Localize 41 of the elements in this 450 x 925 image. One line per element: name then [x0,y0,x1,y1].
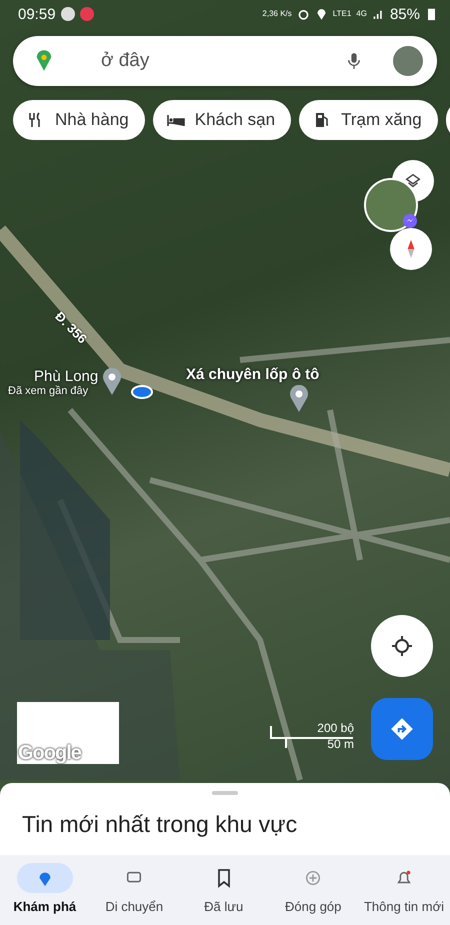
battery-level: 85% [390,6,420,22]
nav-tab[interactable]: Di chuyển [89,855,179,925]
compass-needle-icon [406,238,416,260]
search-bar[interactable]: ở đây [13,36,437,86]
network-type: LTE1 [332,10,352,18]
map-attribution: Google [18,742,81,765]
nav-tab[interactable]: Đã lưu [178,855,268,925]
directions-icon [389,716,415,742]
nav-tab[interactable]: Thông tin mới [358,855,450,925]
location-icon [314,7,328,21]
alarm-icon [296,7,310,21]
nav-tab[interactable]: Khám phá [0,855,90,925]
battery-icon [425,7,438,21]
layers-icon [404,172,422,190]
category-chip[interactable]: Trạm xăng [299,100,438,140]
scale-label: 200 bộ [317,722,354,734]
bed-icon [166,112,185,128]
directions-button[interactable] [371,698,433,760]
place-label[interactable]: Xá chuyên lốp ô tô [186,366,320,383]
network-speed: 2,36 K/s [262,10,292,18]
microphone-icon[interactable] [347,51,361,71]
sheet-title: Tin mới nhất trong khu vực [21,810,298,838]
signal-type: 4G [356,10,367,18]
category-chip[interactable]: Khách sạn [152,100,292,140]
map-pin-icon[interactable] [102,368,122,396]
account-avatar[interactable] [393,46,423,76]
map-pin-icon[interactable] [289,385,310,413]
category-chip[interactable]: Nhà hàng [13,100,145,140]
scale-label: 50 m [327,738,354,750]
drag-handle[interactable] [212,791,238,795]
nav-tab[interactable]: Đóng góp [268,855,358,925]
road-label: Đ. 356 [52,308,90,346]
place-label[interactable]: Phù Long [8,368,98,385]
search-field[interactable]: ở đây [63,49,337,73]
place-note: Đã xem gần đây [8,385,90,397]
maps-logo-icon [35,50,53,72]
status-time: 09:59 [18,6,56,22]
chat-bubble-icon [403,214,417,228]
current-location-icon [130,384,154,400]
plus-circle-icon [304,869,322,887]
crosshair-icon [390,634,414,658]
